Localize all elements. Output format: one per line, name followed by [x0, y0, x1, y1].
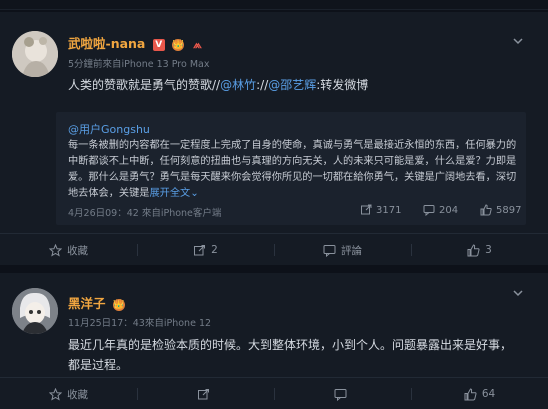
repost-stat-likes[interactable]: 5897 [480, 204, 521, 216]
author-name-text[interactable]: 黑洋子 [68, 296, 106, 311]
repost-user-link[interactable]: @用户Gongshu [68, 121, 150, 137]
chevron-down-icon[interactable] [512, 35, 524, 47]
like-count: 3 [485, 244, 492, 256]
post-card: 黑洋子 👑 11月25日17：43來自iPhone 12 最近几年真的是检验本质… [0, 273, 548, 409]
content-suffix: :转发微博 [316, 78, 369, 92]
chevron-down-icon[interactable] [512, 287, 524, 299]
repost-button[interactable] [137, 378, 274, 409]
like-button[interactable]: 3 [411, 234, 548, 266]
post-content: 人类的赞歌就是勇气的赞歌//@林竹://@邵艺辉:转发微博 [68, 75, 368, 95]
avatar-image-icon [12, 31, 58, 77]
comment-icon [423, 205, 435, 216]
author-name[interactable]: 武啦啦-nana V 👑 ⩕ [68, 33, 203, 52]
favorite-button[interactable]: 收藏 [0, 378, 137, 409]
repost-count: 2 [211, 244, 218, 256]
author-name[interactable]: 黑洋子 👑 [68, 293, 125, 312]
repost-body: 每一条被删的内容都在一定程度上完成了自身的使命，真诚与勇气是最接近永恒的东西，任… [68, 140, 517, 199]
verified-badge-icon: V [152, 38, 165, 51]
member-badge-icon: ⩕ [193, 37, 202, 51]
like-icon [464, 387, 477, 400]
favorite-label: 收藏 [67, 244, 88, 257]
repost-icon [361, 204, 372, 215]
post-content: 最近几年真的是检验本质的时候。大到整体环境，小到个人。问题暴露出来是好事，都是过… [68, 338, 513, 372]
post-meta: 5分鐘前來自iPhone 13 Pro Max [68, 59, 210, 70]
mention-link[interactable]: @邵艺辉 [268, 78, 316, 92]
action-bar: 收藏 64 [0, 377, 548, 409]
comment-button[interactable] [274, 378, 411, 409]
avatar[interactable] [12, 288, 58, 334]
repost-stat-reposts[interactable]: 3171 [360, 204, 401, 216]
repost-icon [197, 388, 209, 399]
favorite-button[interactable]: 收藏 [0, 234, 137, 266]
repost-card[interactable]: @用户Gongshu 每一条被删的内容都在一定程度上完成了自身的使命，真诚与勇气… [56, 112, 526, 225]
content-text: 人类的赞歌就是勇气的赞歌// [68, 78, 221, 92]
comment-label: 評論 [341, 244, 362, 257]
expand-label[interactable]: 展开全文 [150, 188, 191, 199]
avatar[interactable] [12, 31, 58, 77]
star-icon [49, 243, 62, 257]
like-icon [480, 204, 492, 216]
top-strip [0, 0, 548, 10]
repost-button[interactable]: 2 [137, 234, 274, 266]
post-meta: 11月25日17：43來自iPhone 12 [68, 318, 212, 329]
like-count: 5897 [496, 204, 522, 216]
repost-text: 每一条被删的内容都在一定程度上完成了自身的使命，真诚与勇气是最接近永恒的东西，任… [68, 138, 520, 202]
like-icon [467, 243, 480, 256]
crown-badge-icon: 👑 [112, 298, 125, 311]
post-card: 武啦啦-nana V 👑 ⩕ 5分鐘前來自iPhone 13 Pro Max 人… [0, 12, 548, 265]
like-button[interactable]: 64 [411, 378, 548, 409]
repost-count: 3171 [376, 204, 402, 216]
favorite-label: 收藏 [67, 388, 88, 401]
crown-badge-icon: 👑 [172, 38, 185, 51]
repost-icon [194, 244, 206, 255]
action-bar: 收藏 2 評論 3 [0, 233, 548, 265]
mention-link[interactable]: @林竹 [220, 78, 256, 92]
avatar-image-icon [12, 288, 58, 334]
expand-full-link[interactable]: 展开全文⌄ [150, 188, 199, 199]
repost-stat-comments[interactable]: 204 [423, 204, 458, 216]
comment-count: 204 [439, 204, 459, 216]
content-separator: :// [256, 78, 269, 92]
comment-icon [334, 388, 346, 401]
star-icon [49, 387, 62, 401]
comment-button[interactable]: 評論 [274, 234, 411, 266]
author-name-text[interactable]: 武啦啦-nana [68, 36, 145, 51]
repost-time: 4月26日09：42 來自iPhone客户端 [68, 208, 222, 219]
like-count: 64 [481, 388, 496, 400]
comment-icon [323, 244, 336, 257]
